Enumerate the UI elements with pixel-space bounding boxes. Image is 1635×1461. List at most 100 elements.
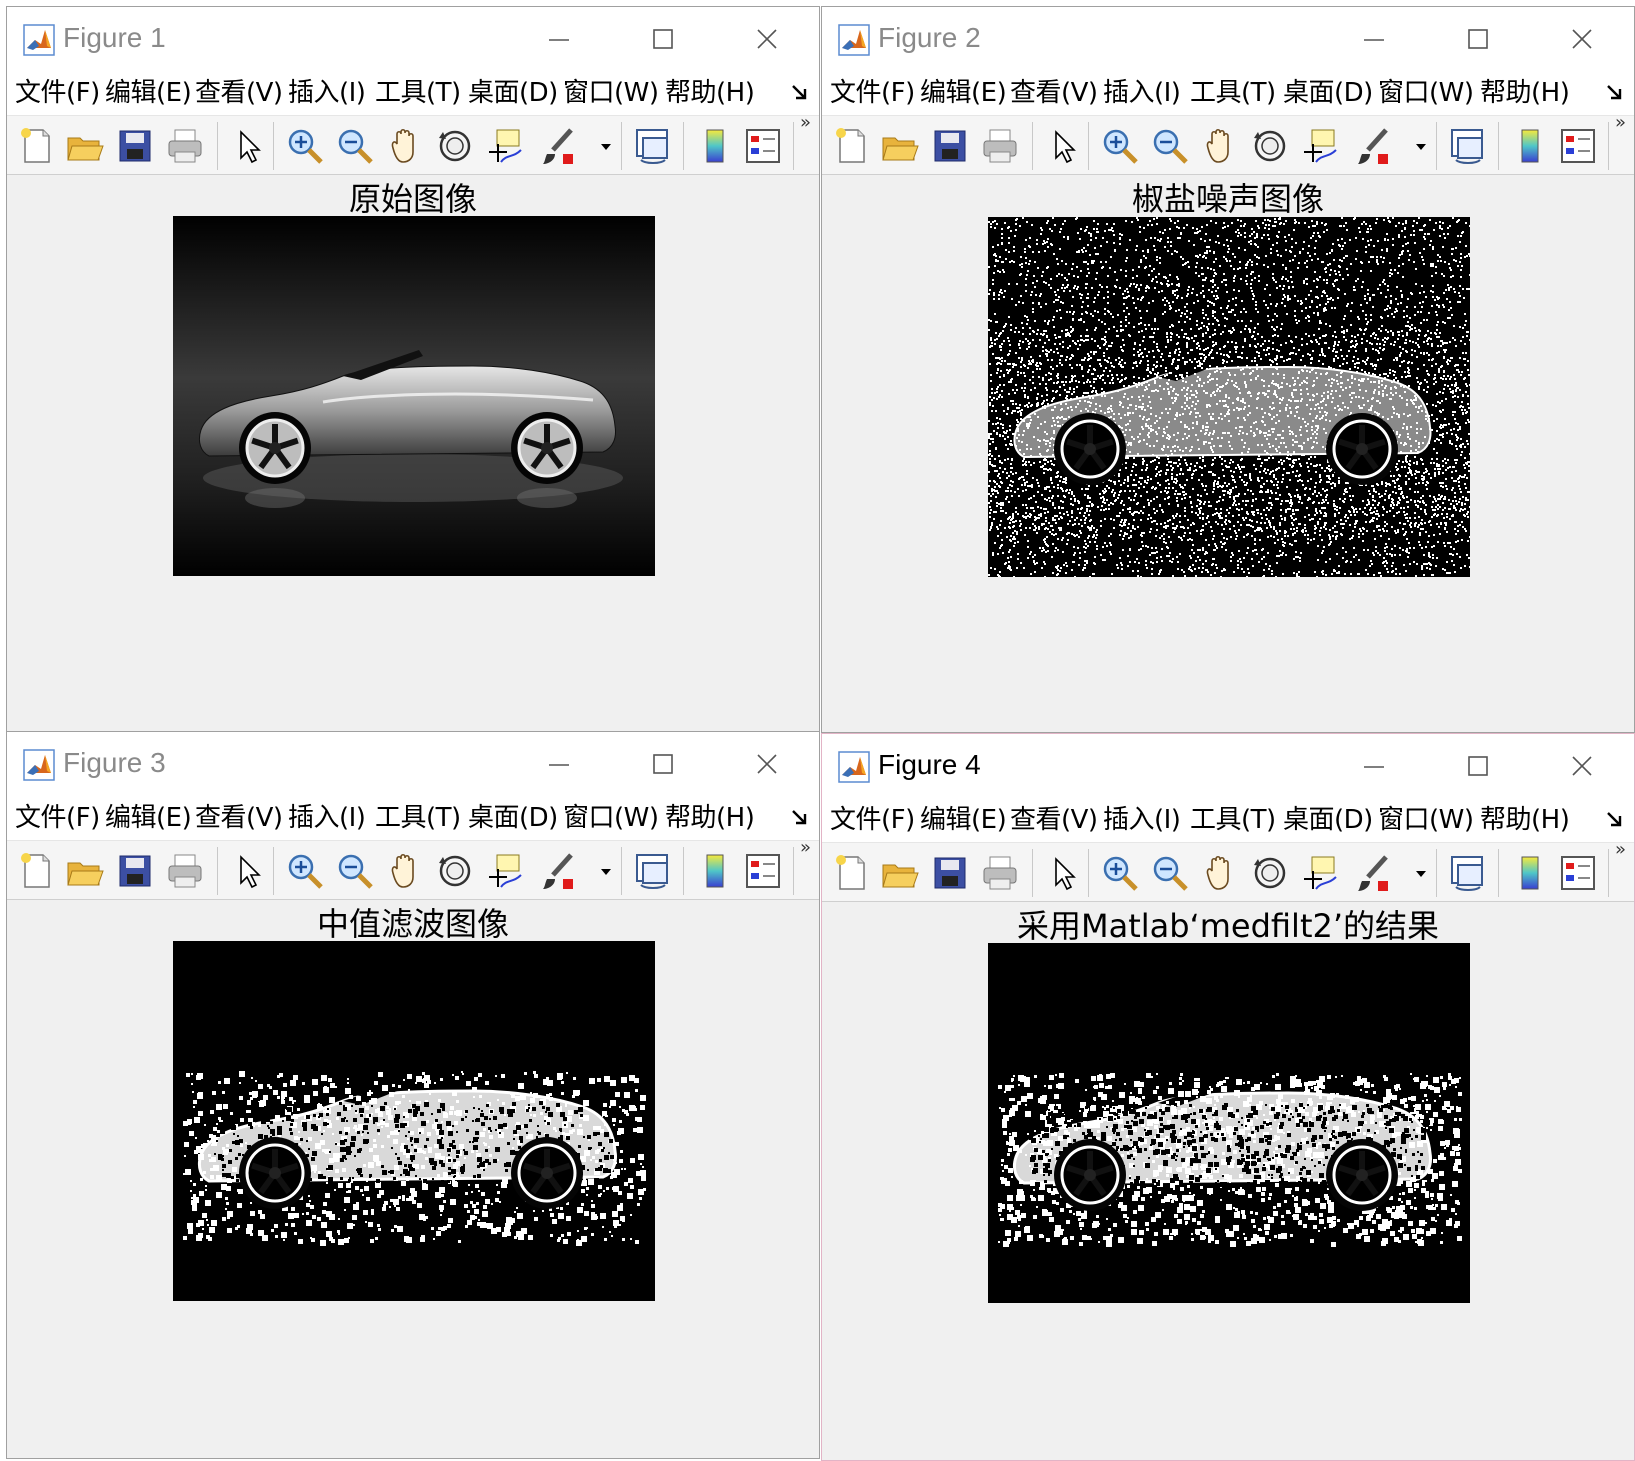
print-button[interactable] bbox=[978, 851, 1022, 895]
link-plot-button[interactable] bbox=[1446, 851, 1490, 895]
open-file-button[interactable] bbox=[63, 849, 107, 893]
brush-dropdown-icon[interactable] bbox=[601, 144, 611, 152]
menu-help[interactable]: 帮助(H) bbox=[1480, 798, 1570, 842]
toolbar-overflow-icon[interactable]: » bbox=[1615, 839, 1626, 860]
minimize-button[interactable] bbox=[1322, 734, 1426, 798]
brush-button[interactable] bbox=[1352, 851, 1396, 895]
toolbar-overflow-icon[interactable]: » bbox=[800, 837, 811, 858]
menu-file[interactable]: 文件(F) bbox=[15, 796, 100, 840]
minimize-button[interactable] bbox=[1322, 7, 1426, 71]
zoom-out-button[interactable] bbox=[1148, 851, 1192, 895]
dock-arrow-icon[interactable] bbox=[1604, 807, 1628, 831]
colorbar-button[interactable] bbox=[1508, 124, 1552, 168]
close-button[interactable] bbox=[1530, 7, 1634, 71]
link-plot-button[interactable] bbox=[1446, 124, 1490, 168]
menu-desktop[interactable]: 桌面(D) bbox=[1283, 71, 1373, 115]
menu-edit[interactable]: 编辑(E) bbox=[920, 71, 1007, 115]
toolbar-overflow-icon[interactable]: » bbox=[800, 112, 811, 133]
dock-arrow-icon[interactable] bbox=[789, 805, 813, 829]
menu-file[interactable]: 文件(F) bbox=[15, 71, 100, 115]
menu-insert[interactable]: 插入(I) bbox=[288, 796, 366, 840]
new-figure-button[interactable] bbox=[15, 124, 59, 168]
edit-plot-button[interactable] bbox=[227, 849, 271, 893]
menu-tools[interactable]: 工具(T) bbox=[1190, 71, 1276, 115]
menu-insert[interactable]: 插入(I) bbox=[1103, 798, 1181, 842]
menu-help[interactable]: 帮助(H) bbox=[665, 71, 755, 115]
menu-tools[interactable]: 工具(T) bbox=[1190, 798, 1276, 842]
zoom-in-button[interactable] bbox=[283, 124, 327, 168]
title-bar[interactable]: Figure 3 bbox=[7, 732, 819, 796]
colorbar-button[interactable] bbox=[693, 124, 737, 168]
image-axes-2[interactable] bbox=[988, 217, 1470, 577]
pan-button[interactable] bbox=[1198, 851, 1242, 895]
minimize-button[interactable] bbox=[507, 7, 611, 71]
zoom-in-button[interactable] bbox=[1098, 851, 1142, 895]
pan-button[interactable] bbox=[1198, 124, 1242, 168]
menu-help[interactable]: 帮助(H) bbox=[1480, 71, 1570, 115]
save-button[interactable] bbox=[928, 124, 972, 168]
print-button[interactable] bbox=[163, 124, 207, 168]
colorbar-button[interactable] bbox=[1508, 851, 1552, 895]
zoom-in-button[interactable] bbox=[1098, 124, 1142, 168]
menu-window[interactable]: 窗口(W) bbox=[563, 796, 659, 840]
menu-window[interactable]: 窗口(W) bbox=[1378, 798, 1474, 842]
save-button[interactable] bbox=[928, 851, 972, 895]
pan-button[interactable] bbox=[383, 849, 427, 893]
open-file-button[interactable] bbox=[63, 124, 107, 168]
menu-view[interactable]: 查看(V) bbox=[1010, 71, 1098, 115]
brush-dropdown-icon[interactable] bbox=[601, 869, 611, 877]
menu-file[interactable]: 文件(F) bbox=[830, 71, 915, 115]
brush-dropdown-icon[interactable] bbox=[1416, 144, 1426, 152]
new-figure-button[interactable] bbox=[830, 124, 874, 168]
edit-plot-button[interactable] bbox=[1042, 124, 1086, 168]
title-bar[interactable]: Figure 1 bbox=[7, 7, 819, 71]
menu-window[interactable]: 窗口(W) bbox=[563, 71, 659, 115]
menu-insert[interactable]: 插入(I) bbox=[1103, 71, 1181, 115]
link-plot-button[interactable] bbox=[631, 849, 675, 893]
legend-button[interactable] bbox=[1556, 851, 1600, 895]
image-axes-3[interactable] bbox=[173, 941, 655, 1301]
brush-dropdown-icon[interactable] bbox=[1416, 871, 1426, 879]
pan-button[interactable] bbox=[383, 124, 427, 168]
menu-file[interactable]: 文件(F) bbox=[830, 798, 915, 842]
menu-desktop[interactable]: 桌面(D) bbox=[468, 796, 558, 840]
zoom-out-button[interactable] bbox=[333, 849, 377, 893]
rotate-button[interactable] bbox=[433, 124, 477, 168]
print-button[interactable] bbox=[978, 124, 1022, 168]
data-cursor-button[interactable] bbox=[1298, 851, 1342, 895]
maximize-button[interactable] bbox=[1426, 7, 1530, 71]
dock-arrow-icon[interactable] bbox=[789, 80, 813, 104]
maximize-button[interactable] bbox=[1426, 734, 1530, 798]
print-button[interactable] bbox=[163, 849, 207, 893]
menu-help[interactable]: 帮助(H) bbox=[665, 796, 755, 840]
link-plot-button[interactable] bbox=[631, 124, 675, 168]
menu-view[interactable]: 查看(V) bbox=[1010, 798, 1098, 842]
data-cursor-button[interactable] bbox=[483, 849, 527, 893]
maximize-button[interactable] bbox=[611, 7, 715, 71]
menu-desktop[interactable]: 桌面(D) bbox=[468, 71, 558, 115]
zoom-out-button[interactable] bbox=[333, 124, 377, 168]
menu-window[interactable]: 窗口(W) bbox=[1378, 71, 1474, 115]
maximize-button[interactable] bbox=[611, 732, 715, 796]
toolbar-overflow-icon[interactable]: » bbox=[1615, 112, 1626, 133]
save-button[interactable] bbox=[113, 849, 157, 893]
image-axes-1[interactable] bbox=[173, 216, 655, 576]
edit-plot-button[interactable] bbox=[227, 124, 271, 168]
data-cursor-button[interactable] bbox=[1298, 124, 1342, 168]
image-axes-4[interactable] bbox=[988, 943, 1470, 1303]
brush-button[interactable] bbox=[1352, 124, 1396, 168]
menu-edit[interactable]: 编辑(E) bbox=[920, 798, 1007, 842]
menu-view[interactable]: 查看(V) bbox=[195, 796, 283, 840]
data-cursor-button[interactable] bbox=[483, 124, 527, 168]
open-file-button[interactable] bbox=[878, 124, 922, 168]
brush-button[interactable] bbox=[537, 849, 581, 893]
zoom-in-button[interactable] bbox=[283, 849, 327, 893]
menu-desktop[interactable]: 桌面(D) bbox=[1283, 798, 1373, 842]
rotate-button[interactable] bbox=[1248, 851, 1292, 895]
close-button[interactable] bbox=[715, 7, 819, 71]
menu-edit[interactable]: 编辑(E) bbox=[105, 796, 192, 840]
menu-view[interactable]: 查看(V) bbox=[195, 71, 283, 115]
menu-tools[interactable]: 工具(T) bbox=[375, 71, 461, 115]
zoom-out-button[interactable] bbox=[1148, 124, 1192, 168]
rotate-button[interactable] bbox=[433, 849, 477, 893]
